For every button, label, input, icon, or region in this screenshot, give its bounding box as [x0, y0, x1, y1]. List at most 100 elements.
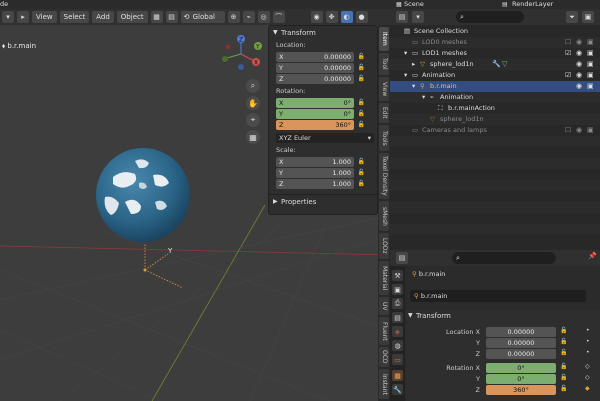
properties-search-input[interactable]: ⌕ — [452, 252, 556, 264]
transform-orientation-dropdown[interactable]: ⟲ Global — [180, 11, 225, 23]
snap-icon[interactable]: ⌁ — [242, 11, 255, 23]
eye-icon[interactable]: ◉ — [576, 59, 582, 70]
tab-material[interactable]: Material — [379, 261, 389, 295]
pin-icon[interactable]: 📌 — [588, 252, 597, 260]
ortho-grid-icon[interactable]: ▦ — [246, 130, 260, 144]
menu-add[interactable]: Add — [92, 11, 114, 23]
tab-lodz[interactable]: LODz — [379, 233, 389, 259]
prop-rotation-z[interactable]: 360° — [486, 385, 556, 395]
new-collection-icon[interactable]: ▣ — [582, 11, 594, 23]
pan-hand-icon[interactable]: ✋ — [246, 96, 260, 110]
scene-tab-icon[interactable]: ◈ — [392, 326, 403, 337]
keyframe-dot-icon[interactable]: • — [586, 327, 590, 334]
camera-icon[interactable]: ▣ — [587, 48, 594, 59]
eye-icon[interactable]: ◉ — [576, 81, 582, 92]
modifier-tab-icon[interactable]: 🔧 — [392, 384, 403, 395]
expand-arrow-icon[interactable]: ▾ — [404, 70, 407, 81]
editor-type-icon[interactable]: ▾ — [2, 11, 14, 23]
location-y-field[interactable]: Y 0.00000 — [276, 62, 354, 73]
visibility-icon[interactable]: ◉ — [310, 11, 323, 23]
camera-icon[interactable]: ▣ — [587, 81, 594, 92]
grid-icon[interactable]: ▦ — [150, 11, 163, 23]
pivot-icon[interactable]: ⊕ — [227, 11, 240, 23]
lock-icon[interactable]: 🔓 — [357, 99, 366, 106]
properties-panel-header[interactable]: ▶ Properties — [269, 195, 377, 209]
checkbox-icon[interactable]: ☑ — [565, 70, 571, 81]
rotation-y-field[interactable]: Y 0° — [276, 108, 354, 119]
eye-icon[interactable]: ◉ — [576, 125, 582, 136]
tab-edit[interactable]: Edit — [379, 103, 389, 123]
scene-name[interactable]: Scene — [404, 0, 424, 9]
outliner-row-animation-collection[interactable]: ▾ ▭ Animation ☑ ◉ ▣ — [390, 70, 600, 81]
filter-icon[interactable]: ⏷ — [566, 11, 578, 23]
camera-icon[interactable]: ▣ — [587, 59, 594, 70]
keyframe-dot-icon[interactable]: • — [586, 338, 590, 345]
outliner-row-br-main[interactable]: ▾ ⚲ b.r.main ◉ ▣ — [390, 81, 600, 92]
lock-icon[interactable]: 🔓 — [560, 385, 567, 392]
tool-tab-icon[interactable]: ⚒ — [392, 270, 403, 281]
lock-icon[interactable]: 🔓 — [560, 374, 567, 381]
lock-icon[interactable]: 🔓 — [357, 169, 366, 176]
lock-icon[interactable]: 🔓 — [560, 363, 567, 370]
lock-icon[interactable]: 🔓 — [357, 180, 366, 187]
outliner-row-lod0[interactable]: ▭ LOD0 meshes ☐ ◉ ▣ — [390, 37, 600, 48]
prop-location-x[interactable]: 0.00000 — [486, 327, 556, 337]
menu-select[interactable]: Select — [59, 11, 90, 23]
outliner-row-sphere[interactable]: ▸ ▽ sphere_lod1n 🔧 ▽ ◉ ▣ — [390, 59, 600, 70]
overlay-icon[interactable]: ◐ — [340, 11, 353, 23]
lock-icon[interactable]: 🔓 — [560, 349, 567, 356]
transform-panel-header[interactable]: ▼ Transform — [406, 310, 600, 322]
layout-icon[interactable]: ▤ — [165, 11, 178, 23]
display-mode-icon[interactable]: ▾ — [412, 11, 424, 23]
scale-x-field[interactable]: X 1.000 — [276, 156, 354, 167]
location-x-field[interactable]: X 0.00000 — [276, 51, 354, 62]
tab-texel-density[interactable]: Texel Density — [379, 153, 389, 199]
outliner-row-lod1[interactable]: ▾ ▭ LOD1 meshes ☑ ◉ ▣ — [390, 48, 600, 59]
lock-icon[interactable]: 🔓 — [357, 75, 366, 82]
outliner-row-sphere-child[interactable]: ▽ sphere_lod1n — [390, 114, 600, 125]
output-tab-icon[interactable]: ⎙ — [392, 298, 403, 309]
menu-object[interactable]: Object — [116, 11, 148, 23]
view-layer-tab-icon[interactable]: ▤ — [392, 312, 403, 323]
tab-ocd[interactable]: OCD — [379, 347, 389, 367]
menu-view[interactable]: View — [32, 11, 57, 23]
scale-y-field[interactable]: Y 1.000 — [276, 167, 354, 178]
tab-uv[interactable]: UV — [379, 297, 389, 315]
tab-tools[interactable]: Tools — [379, 125, 389, 151]
lock-icon[interactable]: 🔓 — [560, 327, 567, 334]
prop-location-z[interactable]: 0.00000 — [486, 349, 556, 359]
tab-instant[interactable]: Instant — [379, 369, 389, 399]
tab-smesh[interactable]: sMesh — [379, 201, 389, 231]
lock-icon[interactable]: 🔓 — [357, 121, 366, 128]
eye-icon[interactable]: ◉ — [576, 70, 582, 81]
checkbox-icon[interactable]: ☐ — [565, 125, 571, 136]
3d-viewport[interactable]: Y de ▾ ▸ View Select Add Object ▦ ▤ ⟲ Gl… — [0, 0, 390, 401]
eye-icon[interactable]: ◉ — [576, 48, 582, 59]
keyframe-diamond-icon[interactable]: ◇ — [585, 363, 590, 370]
outliner-row-scene-collection[interactable]: ▤ Scene Collection — [390, 26, 600, 37]
interaction-mode-icon[interactable]: ▸ — [17, 11, 29, 23]
camera-icon[interactable]: ▣ — [587, 70, 594, 81]
scale-z-field[interactable]: Z 1.000 — [276, 178, 354, 189]
falloff-icon[interactable]: ⌒ — [272, 11, 285, 23]
world-tab-icon[interactable]: ◍ — [392, 340, 403, 351]
render-layer-name[interactable]: RenderLayer — [512, 0, 553, 9]
gizmo-icon[interactable]: ✥ — [325, 11, 338, 23]
camera-icon[interactable]: ⌖ — [246, 113, 260, 127]
navigation-gizmo[interactable]: Z X Y — [218, 32, 266, 72]
lock-icon[interactable]: 🔓 — [357, 64, 366, 71]
camera-icon[interactable]: ▣ — [587, 125, 594, 136]
outliner-row-animation-data[interactable]: ▾ ⌁ Animation — [390, 92, 600, 103]
tab-view[interactable]: View — [379, 77, 389, 101]
outliner-row-cameras[interactable]: ▭ Cameras and lamps ☐ ◉ ▣ — [390, 125, 600, 136]
prop-rotation-y[interactable]: 0° — [486, 374, 556, 384]
rotation-z-field[interactable]: Z 360° — [276, 119, 354, 130]
lock-icon[interactable]: 🔓 — [357, 53, 366, 60]
keyframe-dot-icon[interactable]: • — [586, 349, 590, 356]
lock-icon[interactable]: 🔓 — [357, 110, 366, 117]
object-tab-icon[interactable]: ▦ — [392, 370, 403, 381]
tab-item[interactable]: Item — [379, 27, 389, 51]
properties-editor-icon[interactable]: ▤ — [396, 252, 408, 264]
prop-rotation-x[interactable]: 0° — [486, 363, 556, 373]
prop-location-y[interactable]: 0.00000 — [486, 338, 556, 348]
